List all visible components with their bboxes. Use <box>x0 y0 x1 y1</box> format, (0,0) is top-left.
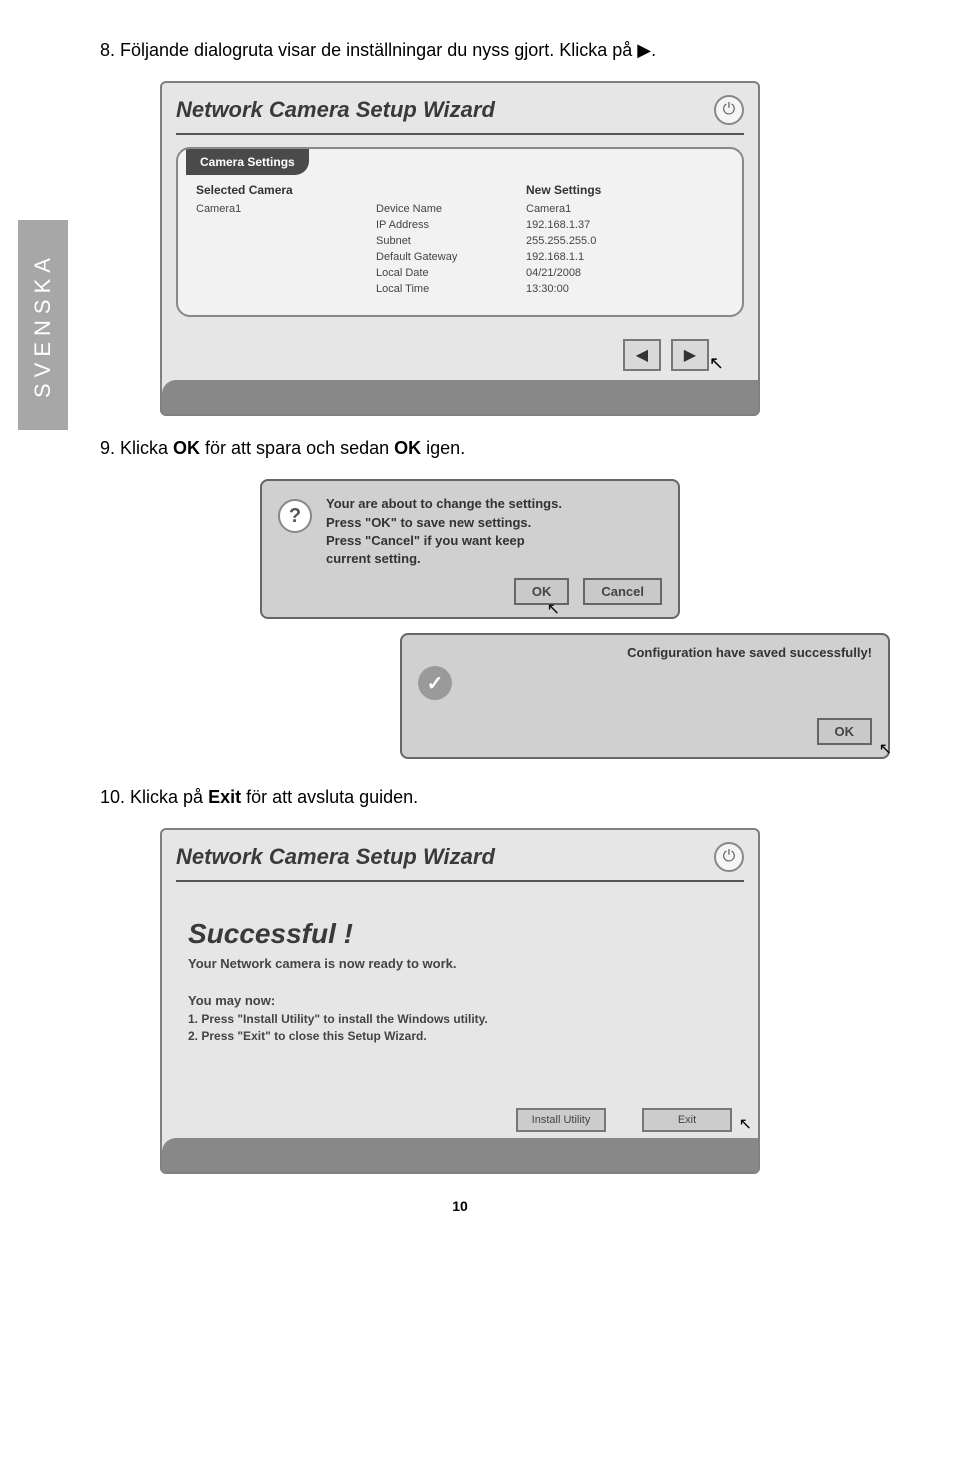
row-label: Device Name <box>376 203 526 215</box>
page-number: 10 <box>60 1198 860 1214</box>
install-utility-button[interactable]: Install Utility <box>516 1108 606 1132</box>
col-new-settings: New Settings <box>526 183 601 197</box>
saved-dialog: Configuration have saved successfully! ✓… <box>400 633 890 759</box>
next-button[interactable]: ▶ <box>671 339 709 371</box>
row-label: Local Date <box>376 267 526 279</box>
confirm-dialog: ? Your are about to change the settings.… <box>260 479 680 619</box>
success-subtext: Your Network camera is now ready to work… <box>188 956 732 971</box>
camera-settings-panel: Camera Settings Selected Camera New Sett… <box>176 147 744 317</box>
confirm-message: Your are about to change the settings. P… <box>326 495 562 568</box>
row-label: Default Gateway <box>376 251 526 263</box>
check-icon: ✓ <box>418 666 452 700</box>
ok-button[interactable]: OK <box>817 718 873 745</box>
divider <box>176 880 744 882</box>
row-label: Local Time <box>376 283 526 295</box>
cancel-button[interactable]: Cancel <box>583 578 662 605</box>
wizard-title: Network Camera Setup Wizard <box>176 844 495 870</box>
step-10-text: 10. Klicka på Exit för att avsluta guide… <box>100 785 860 810</box>
saved-message: Configuration have saved successfully! <box>418 645 872 660</box>
row-value: 04/21/2008 <box>526 267 581 279</box>
language-tab: SVENSKA <box>18 220 68 430</box>
success-heading: Successful ! <box>188 918 732 950</box>
success-instructions-header: You may now: <box>188 993 732 1008</box>
step-9-text: 9. Klicka OK för att spara och sedan OK … <box>100 436 860 461</box>
row-value: Camera1 <box>526 203 571 215</box>
step-8-text: 8. Följande dialogruta visar de inställn… <box>100 38 860 63</box>
divider <box>176 133 744 135</box>
row-value: 192.168.1.37 <box>526 219 590 231</box>
prev-button[interactable]: ◀ <box>623 339 661 371</box>
cursor-icon: ↖ <box>739 1114 752 1134</box>
wizard-title: Network Camera Setup Wizard <box>176 97 495 123</box>
ok-button[interactable]: OK <box>514 578 570 605</box>
cursor-icon: ↖ <box>709 353 724 374</box>
selected-camera-value: Camera1 <box>196 203 376 215</box>
footer-bar <box>162 380 758 414</box>
footer-bar <box>162 1138 758 1172</box>
wizard-successful: Network Camera Setup Wizard ⏻ Successful… <box>160 828 760 1174</box>
power-icon[interactable]: ⏻ <box>714 95 744 125</box>
wizard-settings-summary: Network Camera Setup Wizard ⏻ Camera Set… <box>160 81 760 416</box>
success-instruction-1: 1. Press "Install Utility" to install th… <box>188 1012 732 1026</box>
row-value: 255.255.255.0 <box>526 235 596 247</box>
panel-title: Camera Settings <box>186 149 309 175</box>
cursor-icon: ↖ <box>547 599 560 619</box>
question-icon: ? <box>278 499 312 533</box>
row-value: 13:30:00 <box>526 283 569 295</box>
cursor-icon: ↖ <box>879 739 892 759</box>
success-instruction-2: 2. Press "Exit" to close this Setup Wiza… <box>188 1029 732 1043</box>
power-icon[interactable]: ⏻ <box>714 842 744 872</box>
row-label: Subnet <box>376 235 526 247</box>
row-value: 192.168.1.1 <box>526 251 584 263</box>
col-selected-camera: Selected Camera <box>196 183 376 197</box>
exit-button[interactable]: Exit <box>642 1108 732 1132</box>
row-label: IP Address <box>376 219 526 231</box>
